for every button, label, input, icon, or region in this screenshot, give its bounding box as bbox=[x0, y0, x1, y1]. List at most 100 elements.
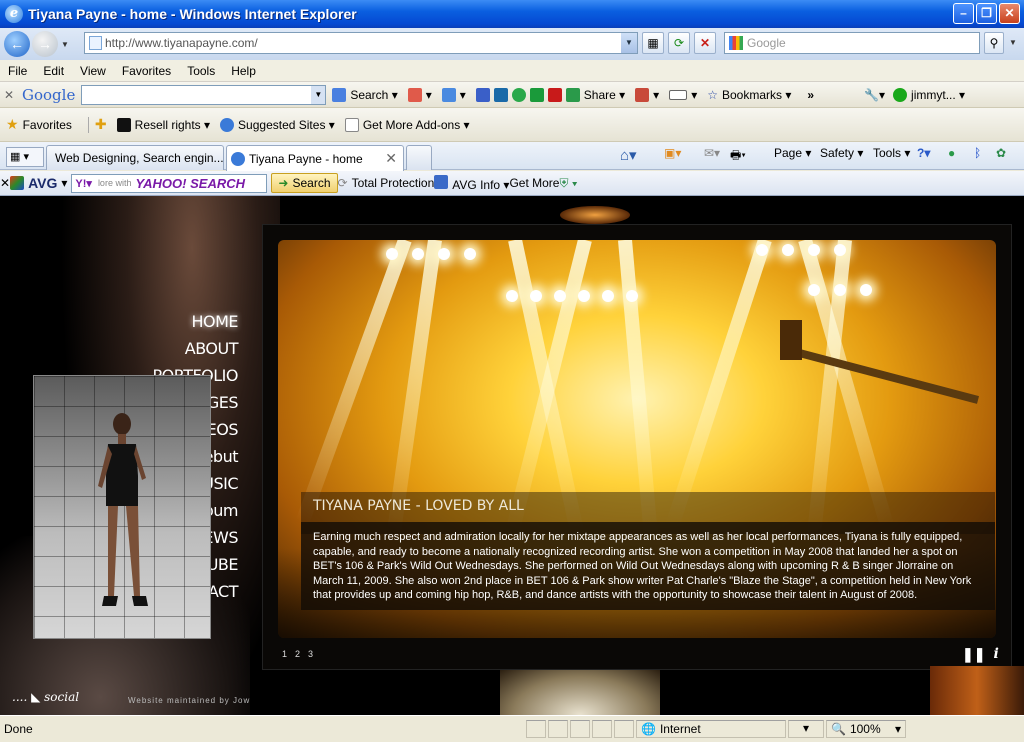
avg-info-button[interactable]: AVG Info ▾ bbox=[434, 174, 509, 192]
tab-tiyana-payne[interactable]: Tiyana Payne - home ✕ bbox=[226, 145, 404, 171]
google-toolbar-input[interactable]: ▼ bbox=[81, 84, 327, 105]
bookmarks-button[interactable]: ☆ Bookmarks ▾ bbox=[707, 88, 791, 102]
help-icon[interactable]: ?▾ bbox=[917, 146, 930, 160]
slide-page-1[interactable]: 1 bbox=[282, 649, 287, 659]
avg-shield-icon[interactable]: ⛨ ▾ bbox=[559, 176, 577, 191]
menu-favorites[interactable]: Favorites bbox=[114, 64, 179, 78]
fav-get-addons[interactable]: Get More Add-ons ▾ bbox=[344, 117, 470, 132]
fav-label: Resell rights bbox=[134, 117, 201, 132]
ie-icon bbox=[231, 151, 245, 166]
add-favorite-icon[interactable]: ✚ bbox=[95, 116, 107, 133]
overflow-chevron-icon[interactable]: » bbox=[807, 88, 814, 102]
fav-label: Suggested Sites bbox=[238, 117, 326, 132]
protected-mode-button[interactable]: ▾ bbox=[788, 720, 824, 738]
go-arrow-icon: ➜ bbox=[278, 176, 289, 190]
yahoo-icon: Y!▾ bbox=[75, 177, 92, 190]
popup-blocker-button[interactable]: ▾ bbox=[407, 87, 432, 102]
home-icon[interactable]: ⌂▾ bbox=[620, 146, 637, 164]
addon-page-icon bbox=[344, 117, 359, 132]
address-bar[interactable]: http://www.tiyanapayne.com/ ▼ bbox=[84, 32, 638, 54]
safety-menu[interactable]: Safety ▾ bbox=[820, 146, 863, 160]
tab-web-designing[interactable]: Web Designing, Search engin... bbox=[46, 145, 224, 170]
total-protection-button[interactable]: ⟳ Total Protection bbox=[338, 176, 435, 190]
ie-logo-icon: e bbox=[5, 5, 23, 23]
green-app-icon[interactable] bbox=[529, 87, 544, 102]
research-icon[interactable]: ● bbox=[948, 146, 955, 160]
tools-menu[interactable]: Tools ▾ bbox=[873, 146, 910, 160]
history-dropdown[interactable]: ▼ bbox=[60, 40, 70, 49]
google-search-button[interactable]: Search ▾ bbox=[332, 87, 398, 102]
camera-crane bbox=[780, 320, 980, 404]
mail-icon[interactable]: ✉▾ bbox=[704, 146, 720, 160]
get-more-label: Get More bbox=[509, 176, 560, 190]
yahoo-search-input[interactable]: Y!▾ lore with YAHOO! SEARCH bbox=[71, 173, 268, 193]
stop-icon[interactable]: ✕ bbox=[694, 32, 716, 54]
translate-icon bbox=[635, 87, 650, 102]
stumbleupon-icon[interactable] bbox=[511, 87, 526, 102]
safety-menu-label: Safety bbox=[820, 146, 855, 160]
search-dropdown[interactable]: ▼ bbox=[1008, 38, 1018, 47]
linkedin-icon[interactable] bbox=[493, 87, 508, 102]
google-search-label: Search bbox=[350, 87, 389, 102]
nav-home[interactable]: HOME bbox=[153, 308, 238, 335]
page-menu-label: Page bbox=[774, 146, 803, 160]
refresh-icon[interactable]: ⟳ bbox=[668, 32, 690, 54]
compatibility-icon[interactable]: ▦ bbox=[642, 32, 664, 54]
messenger-icon[interactable]: ✿ bbox=[996, 146, 1006, 160]
get-more-button[interactable]: Get More bbox=[509, 176, 559, 190]
back-button[interactable]: ← bbox=[4, 31, 30, 57]
user-account[interactable]: jimmyt... ▾ bbox=[893, 87, 965, 102]
bookmarks-label: Bookmarks bbox=[722, 87, 783, 102]
bluetooth-icon[interactable]: ᛒ bbox=[974, 146, 981, 160]
highlight-button[interactable]: ▾ bbox=[669, 88, 697, 102]
menu-tools[interactable]: Tools bbox=[179, 64, 223, 78]
status-text: Done bbox=[4, 722, 33, 736]
address-dropdown[interactable]: ▼ bbox=[621, 33, 637, 53]
nav-about[interactable]: ABOUT bbox=[153, 335, 239, 362]
avg-info-icon bbox=[434, 174, 449, 189]
google-logo: Google bbox=[22, 85, 76, 104]
tab-label: Tiyana Payne - home bbox=[249, 151, 363, 166]
search-placeholder: Google bbox=[747, 36, 786, 50]
close-button[interactable]: ✕ bbox=[999, 3, 1020, 24]
translate-button[interactable]: ▾ bbox=[635, 87, 659, 102]
menu-help[interactable]: Help bbox=[223, 64, 264, 78]
search-input[interactable]: Google bbox=[724, 32, 980, 54]
minimize-button[interactable]: – bbox=[953, 3, 974, 24]
favorites-button[interactable]: ★ Favorites bbox=[6, 116, 72, 133]
menu-file[interactable]: File bbox=[0, 64, 35, 78]
page-menu[interactable]: Page ▾ bbox=[774, 146, 811, 160]
window-title: Tiyana Payne - home - Windows Internet E… bbox=[28, 6, 357, 22]
gmail-icon[interactable] bbox=[475, 87, 490, 102]
fav-suggested-sites[interactable]: Suggested Sites ▾ bbox=[220, 117, 335, 132]
avg-search-button[interactable]: ➜ Search bbox=[271, 173, 338, 193]
slide-page-2[interactable]: 2 bbox=[295, 649, 300, 659]
info-icon[interactable]: i bbox=[993, 646, 998, 663]
fav-resell-rights[interactable]: Resell rights ▾ bbox=[116, 117, 210, 132]
security-zone[interactable]: 🌐 Internet bbox=[636, 720, 786, 738]
zoom-control[interactable]: 🔍 100% ▾ bbox=[826, 720, 906, 738]
social-link[interactable]: .... ◣ social bbox=[12, 690, 79, 704]
forward-button[interactable]: → bbox=[32, 31, 58, 57]
search-icon[interactable]: ⚲ bbox=[984, 32, 1004, 54]
slide-page-3[interactable]: 3 bbox=[308, 649, 313, 659]
yahoo-y-icon[interactable] bbox=[547, 87, 562, 102]
maximize-button[interactable]: ❐ bbox=[976, 3, 997, 24]
print-icon[interactable]: 🖶▾ bbox=[730, 146, 746, 167]
quick-tabs-button[interactable]: ▦ ▾ bbox=[6, 147, 44, 167]
close-avg-icon[interactable]: ✕ bbox=[0, 176, 10, 190]
pause-icon[interactable]: ❚❚ bbox=[962, 646, 985, 663]
close-tab-icon[interactable]: ✕ bbox=[385, 150, 397, 167]
tools-menu-label: Tools bbox=[873, 146, 902, 160]
new-tab-button[interactable] bbox=[406, 145, 432, 170]
menu-view[interactable]: View bbox=[72, 64, 114, 78]
feeds-icon[interactable]: ▣▾ bbox=[664, 146, 681, 160]
highlight-icon bbox=[669, 89, 688, 100]
close-toolbar-icon[interactable]: ✕ bbox=[0, 88, 18, 102]
refresh-icon: ⟳ bbox=[337, 176, 348, 190]
address-url: http://www.tiyanapayne.com/ bbox=[105, 36, 258, 50]
add-button[interactable]: ▾ bbox=[441, 87, 466, 102]
wrench-icon[interactable]: 🔧▾ bbox=[864, 88, 885, 102]
menu-edit[interactable]: Edit bbox=[35, 64, 72, 78]
share-button[interactable]: Share ▾ bbox=[565, 87, 625, 102]
